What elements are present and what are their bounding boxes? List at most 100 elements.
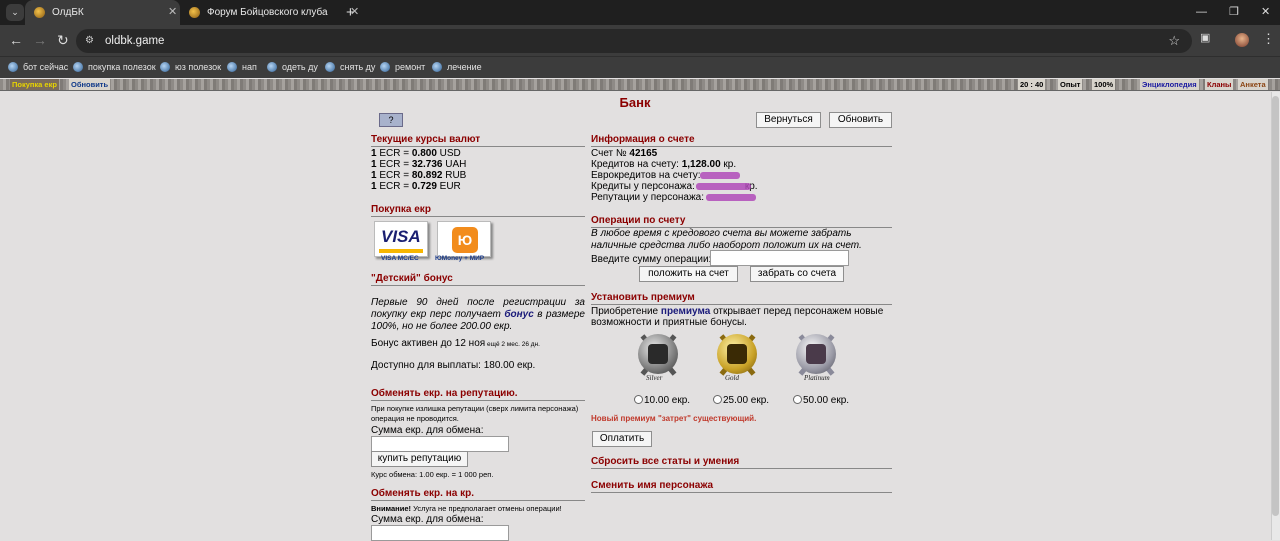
bookmark-label: покупка полезок bbox=[88, 62, 156, 72]
back-button[interactable]: Вернуться bbox=[756, 112, 821, 128]
anketa-link[interactable]: Анкета bbox=[1238, 79, 1268, 90]
tab-oldbk[interactable]: ОлдБК ✕ bbox=[25, 0, 180, 25]
pay-premium-button[interactable]: Оплатить bbox=[592, 431, 652, 447]
visa-stripe bbox=[379, 249, 423, 253]
minimize-icon[interactable]: — bbox=[1196, 0, 1207, 25]
kr-amount-input[interactable] bbox=[371, 525, 509, 541]
bookmarks-bar: бот сейчас покупка полезок юз полезок на… bbox=[0, 56, 1280, 78]
back-arrow-icon[interactable]: ← bbox=[9, 25, 23, 56]
bookmark-item[interactable]: одеть ду bbox=[267, 57, 318, 77]
refresh-link[interactable]: Обновить bbox=[69, 79, 111, 90]
encyclopedia-link[interactable]: Энциклопедия bbox=[1140, 79, 1199, 90]
forum-favicon-icon bbox=[189, 7, 200, 18]
operation-amount-label: Введите сумму операции: bbox=[591, 254, 712, 265]
new-tab-icon[interactable]: + bbox=[346, 0, 355, 25]
bookmark-item[interactable]: юз полезок bbox=[160, 57, 221, 77]
bookmark-label: юз полезок bbox=[175, 62, 222, 72]
bookmark-icon bbox=[267, 62, 277, 72]
site-info-icon[interactable]: ⚙ bbox=[85, 35, 97, 47]
buy-reputation-button[interactable]: купить репутацию bbox=[371, 451, 468, 467]
bookmark-item[interactable]: бот сейчас bbox=[8, 57, 68, 77]
redaction-mark bbox=[706, 194, 756, 201]
yumoney-label: ЮMoney + МИР bbox=[435, 255, 485, 262]
bookmark-item[interactable]: лечение bbox=[432, 57, 482, 77]
kr-amount-label: Сумма екр. для обмена: bbox=[371, 514, 484, 525]
bookmark-label: ремонт bbox=[395, 62, 426, 72]
help-button[interactable]: ? bbox=[379, 113, 403, 127]
bookmark-label: нап bbox=[242, 62, 257, 72]
bookmark-item[interactable]: ремонт bbox=[380, 57, 425, 77]
kids-bonus-text: Первые 90 дней после регистрации за поку… bbox=[371, 297, 585, 332]
premium-name: Silver bbox=[646, 374, 663, 382]
reset-stats-header[interactable]: Сбросить все статы и умения bbox=[591, 456, 892, 469]
account-credits: Кредитов на счету: 1,128.00 кр. bbox=[591, 159, 737, 170]
account-header: Информация о счете bbox=[591, 134, 892, 147]
forward-arrow-icon[interactable]: → bbox=[33, 25, 47, 56]
visa-label: VISA MC/EC bbox=[381, 255, 419, 262]
bookmark-star-icon[interactable]: ☆ bbox=[1168, 29, 1180, 53]
bookmark-label: снять ду bbox=[340, 62, 376, 72]
rates-header: Текущие курсы валют bbox=[371, 134, 585, 147]
premium-header: Установить премиум bbox=[591, 292, 892, 305]
rep-exchange-note: При покупке излишка репутации (сверх лим… bbox=[371, 404, 579, 423]
reload-icon[interactable]: ↻ bbox=[57, 25, 69, 56]
operations-header: Операции по счету bbox=[591, 215, 892, 228]
bookmark-icon bbox=[380, 62, 390, 72]
bookmark-icon bbox=[325, 62, 335, 72]
scrollbar-thumb[interactable] bbox=[1272, 96, 1279, 516]
exp-label: Опыт bbox=[1058, 79, 1083, 90]
tab-forum[interactable]: Форум Бойцовского клуба ✕ bbox=[180, 0, 359, 25]
kr-exchange-header: Обменять екр. на кр. bbox=[371, 488, 585, 501]
close-tab-icon[interactable]: ✕ bbox=[168, 0, 177, 25]
bookmark-label: бот сейчас bbox=[23, 62, 69, 72]
bookmark-item[interactable]: покупка полезок bbox=[73, 57, 156, 77]
bookmark-item[interactable]: снять ду bbox=[325, 57, 375, 77]
redaction-mark bbox=[696, 183, 751, 190]
extensions-icon[interactable]: ▣ bbox=[1200, 31, 1210, 44]
premium-platinum-emblem[interactable]: Platinum bbox=[788, 328, 848, 388]
premium-text: Приобретение премиума открывает перед пе… bbox=[591, 306, 884, 328]
bookmark-item[interactable]: нап bbox=[227, 57, 257, 77]
bookmark-label: одеть ду bbox=[282, 62, 318, 72]
buy-ekr-link[interactable]: Покупка екр bbox=[10, 79, 59, 90]
premium-silver-emblem[interactable]: Silver bbox=[630, 328, 690, 388]
yumoney-payment-button[interactable]: Ю bbox=[437, 221, 491, 257]
deposit-button[interactable]: положить на счет bbox=[639, 266, 738, 282]
rep-exchange-header: Обменять екр. на репутацию. bbox=[371, 388, 585, 401]
rate-eur: 1 ECR = 0.729 EUR bbox=[371, 181, 461, 192]
hp-percent: 100% bbox=[1092, 79, 1116, 90]
visa-payment-button[interactable]: VISA bbox=[374, 221, 428, 257]
restore-icon[interactable]: ❐ bbox=[1229, 0, 1239, 25]
url-text[interactable]: oldbk.game bbox=[105, 29, 164, 53]
rate-usd: 1 ECR = 0.800 USD bbox=[371, 148, 461, 159]
game-top-bar: Покупка екр Обновить 20 : 40 Опыт 100% Э… bbox=[0, 79, 1280, 91]
premium-platinum-radio[interactable] bbox=[793, 395, 802, 404]
premium-gold-price: 25.00 екр. bbox=[723, 395, 770, 406]
clans-link[interactable]: Кланы bbox=[1205, 79, 1234, 90]
operations-note: В любое время с кредового счета вы может… bbox=[591, 228, 862, 251]
rep-amount-input[interactable] bbox=[371, 436, 509, 452]
refresh-button[interactable]: Обновить bbox=[829, 112, 892, 128]
premium-name: Platinum bbox=[804, 374, 830, 382]
rate-uah: 1 ECR = 32.736 UAH bbox=[371, 159, 467, 170]
kr-exchange-warning: Внимание! Услуга не предполагает отмены … bbox=[371, 504, 562, 513]
rep-amount-label: Сумма екр. для обмена: bbox=[371, 425, 484, 436]
withdraw-button[interactable]: забрать со счета bbox=[750, 266, 844, 282]
bookmark-icon bbox=[227, 62, 237, 72]
tab-search-icon[interactable]: ⌄ bbox=[6, 4, 24, 21]
url-box[interactable]: ⚙ oldbk.game ☆ bbox=[76, 29, 1192, 53]
bookmark-icon bbox=[8, 62, 18, 72]
fist-icon bbox=[727, 344, 747, 364]
menu-kebab-icon[interactable]: ⋮ bbox=[1262, 31, 1275, 47]
premium-gold-emblem[interactable]: Gold bbox=[709, 328, 769, 388]
operation-amount-input[interactable] bbox=[710, 250, 849, 266]
rename-character-header[interactable]: Сменить имя персонажа bbox=[591, 480, 892, 493]
premium-warning: Новый премиум "затрет" существующий. bbox=[591, 414, 757, 423]
premium-silver-radio[interactable] bbox=[634, 395, 643, 404]
yumoney-logo: Ю bbox=[452, 227, 478, 253]
close-window-icon[interactable]: ✕ bbox=[1261, 0, 1270, 25]
bookmark-icon bbox=[73, 62, 83, 72]
premium-gold-radio[interactable] bbox=[713, 395, 722, 404]
bonus-available: Доступно для выплаты: 180.00 екр. bbox=[371, 360, 536, 371]
profile-avatar[interactable] bbox=[1235, 33, 1249, 47]
